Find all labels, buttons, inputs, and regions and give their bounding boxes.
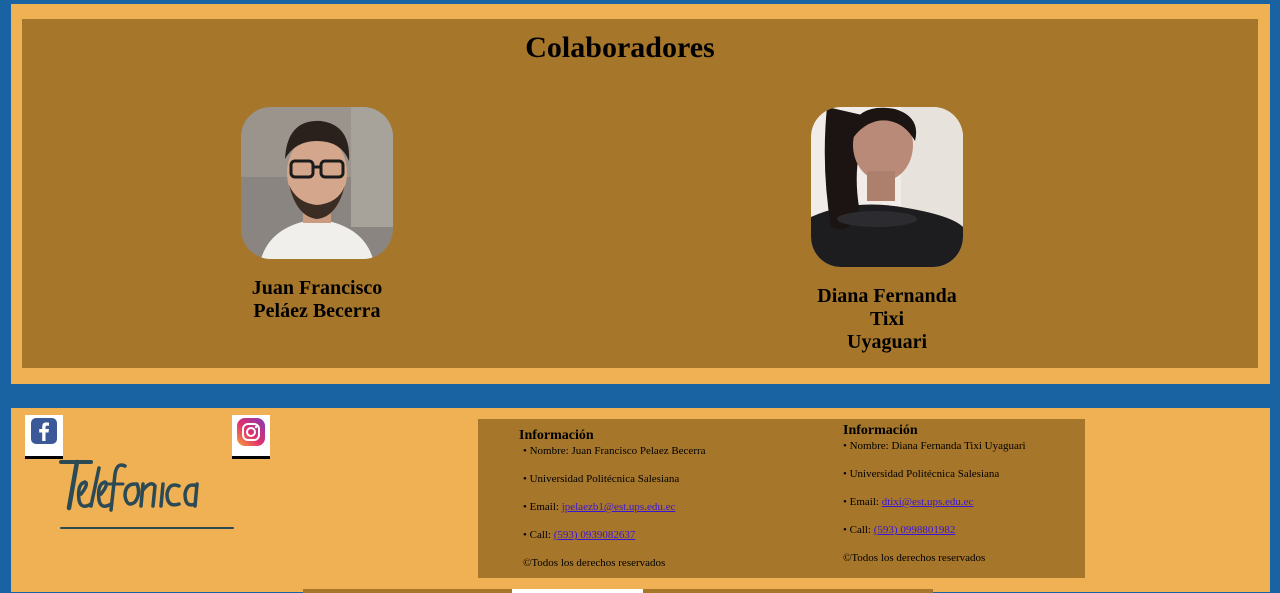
contact-info-panel: Información • Nombre: Juan Francisco Pel… [478, 419, 1085, 578]
phone-link[interactable]: (593) 0998801982 [874, 524, 956, 536]
facebook-icon [31, 418, 57, 444]
contact-info-juan: Información • Nombre: Juan Francisco Pel… [519, 428, 706, 569]
copyright: ©Todos los derechos reservados [843, 552, 986, 564]
collaborator-name: Diana Fernanda Tixi Uyaguari [817, 285, 957, 353]
collaborators-section: Colaboradores Juan Francisco Peláez Bece… [11, 4, 1270, 384]
avatar [811, 107, 963, 267]
telefonica-logo-icon [59, 459, 234, 529]
collaborators-panel: Colaboradores Juan Francisco Peláez Bece… [22, 19, 1258, 368]
collaborator-card-juan: Juan Francisco Peláez Becerra [197, 107, 437, 323]
info-university: • Universidad Politécnica Salesiana [523, 473, 680, 485]
info-email: • Email: jpelaezb1@est.ups.edu.ec [523, 501, 676, 513]
collaborator-card-diana: Diana Fernanda Tixi Uyaguari [767, 107, 1007, 354]
contact-info-diana: Información • Nombre: Diana Fernanda Tix… [843, 423, 1026, 564]
telefonica-logo [47, 454, 237, 545]
instagram-link[interactable] [232, 415, 270, 459]
copyright: ©Todos los derechos reservados [523, 557, 666, 569]
footer-divider [303, 589, 933, 593]
phone-link[interactable]: (593) 0939082637 [554, 529, 636, 541]
info-call: • Call: (593) 0998801982 [843, 524, 956, 536]
email-link[interactable]: jpelaezb1@est.ups.edu.ec [562, 501, 676, 513]
avatar [241, 107, 393, 259]
info-call: • Call: (593) 0939082637 [523, 529, 636, 541]
collaborator-name: Juan Francisco Peláez Becerra [251, 277, 383, 322]
info-heading: Información [843, 423, 918, 438]
info-email: • Email: dtixi@est.ups.edu.ec [843, 496, 974, 508]
email-link[interactable]: dtixi@est.ups.edu.ec [882, 496, 974, 508]
info-name: • Nombre: Diana Fernanda Tixi Uyaguari [843, 440, 1026, 452]
info-university: • Universidad Politécnica Salesiana [843, 468, 1000, 480]
footer-divider-highlight [512, 589, 643, 593]
facebook-link[interactable] [25, 415, 63, 459]
info-name: • Nombre: Juan Francisco Pelaez Becerra [523, 445, 706, 457]
footer: Información • Nombre: Juan Francisco Pel… [11, 408, 1270, 593]
instagram-icon [237, 418, 265, 446]
info-heading: Información [519, 428, 594, 443]
page-title: Colaboradores [525, 31, 715, 64]
